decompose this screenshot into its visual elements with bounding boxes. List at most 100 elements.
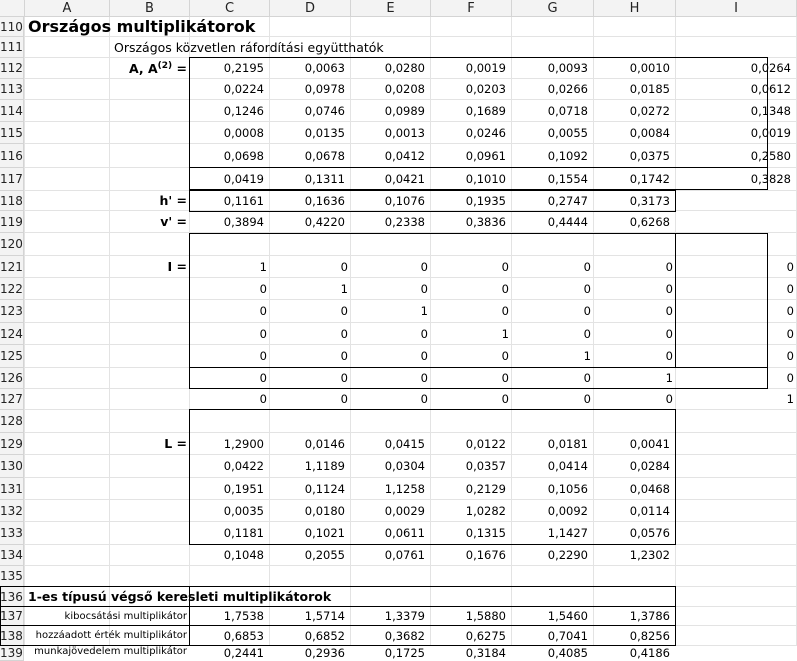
- identity-matrix-cell[interactable]: 0: [676, 300, 797, 323]
- matrix-A-cell[interactable]: 0,0978: [270, 79, 351, 100]
- sheet-title[interactable]: Országos multiplikátorok: [25, 17, 270, 37]
- row-header-127[interactable]: 127: [0, 389, 24, 410]
- row-header-124[interactable]: 124: [0, 323, 24, 345]
- row-header-113[interactable]: 113: [0, 79, 24, 100]
- column-header-C[interactable]: C: [190, 0, 270, 17]
- identity-matrix-cell[interactable]: 0: [351, 368, 431, 389]
- row-header-137[interactable]: 137: [0, 607, 24, 626]
- leontief-matrix-cell[interactable]: 0,1021: [270, 522, 351, 545]
- multiplier-value[interactable]: 0,8256: [594, 626, 676, 646]
- row-header-120[interactable]: 120: [0, 233, 24, 256]
- matrix-A-cell[interactable]: 0,0266: [512, 79, 594, 100]
- matrix-A-cell[interactable]: 0,0019: [676, 122, 797, 144]
- multiplier-value[interactable]: 1,3786: [594, 607, 676, 626]
- row-header-119[interactable]: 119: [0, 211, 24, 233]
- leontief-matrix-cell[interactable]: 0,0180: [270, 500, 351, 522]
- v-vector-cell[interactable]: 0,4444: [512, 211, 594, 233]
- column-header-D[interactable]: D: [270, 0, 351, 17]
- identity-matrix-cell[interactable]: 1: [351, 300, 431, 323]
- multiplier-value[interactable]: 0,3682: [351, 626, 431, 646]
- identity-matrix-cell[interactable]: 0: [190, 278, 270, 300]
- leontief-matrix-cell[interactable]: 0,0611: [351, 522, 431, 545]
- multiplier-value[interactable]: 0,2441: [190, 646, 270, 660]
- identity-matrix-cell[interactable]: 0: [676, 345, 797, 368]
- identity-matrix-cell[interactable]: 0: [431, 389, 512, 410]
- identity-matrix-cell[interactable]: 0: [431, 278, 512, 300]
- leontief-matrix-cell[interactable]: 0,0181: [512, 433, 594, 455]
- matrix-A-cell[interactable]: 0,0264: [676, 58, 797, 79]
- identity-matrix-cell[interactable]: 0: [270, 345, 351, 368]
- label-I-matrix[interactable]: I =: [110, 256, 190, 278]
- row-header-125[interactable]: 125: [0, 345, 24, 368]
- identity-matrix-cell[interactable]: 0: [676, 256, 797, 278]
- h-vector-cell[interactable]: 0,1076: [351, 191, 431, 211]
- matrix-A-cell[interactable]: 0,0989: [351, 100, 431, 122]
- identity-matrix-cell[interactable]: 0: [594, 389, 676, 410]
- h-vector-cell[interactable]: 0,1935: [431, 191, 512, 211]
- identity-matrix-cell[interactable]: 0: [270, 323, 351, 345]
- column-header-H[interactable]: H: [594, 0, 676, 17]
- row-header-139[interactable]: 139: [0, 646, 24, 661]
- matrix-A-cell[interactable]: 0,0421: [351, 168, 431, 191]
- matrix-A-cell[interactable]: 0,0063: [270, 58, 351, 79]
- leontief-matrix-cell[interactable]: 0,1676: [431, 545, 512, 566]
- identity-matrix-cell[interactable]: 0: [594, 256, 676, 278]
- matrix-A-cell[interactable]: 0,1554: [512, 168, 594, 191]
- matrix-A-cell[interactable]: 0,0013: [351, 122, 431, 144]
- matrix-A-cell[interactable]: 0,2580: [676, 144, 797, 168]
- identity-matrix-cell[interactable]: 1: [676, 389, 797, 410]
- row-header-126[interactable]: 126: [0, 368, 24, 389]
- matrix-A-cell[interactable]: 0,1742: [594, 168, 676, 191]
- matrix-A-cell[interactable]: 0,1092: [512, 144, 594, 168]
- leontief-matrix-cell[interactable]: 1,1427: [512, 522, 594, 545]
- row-header-138[interactable]: 138: [0, 626, 24, 646]
- matrix-A-cell[interactable]: 0,0746: [270, 100, 351, 122]
- matrix-A-cell[interactable]: 0,0203: [431, 79, 512, 100]
- row-header-135[interactable]: 135: [0, 566, 24, 587]
- identity-matrix-cell[interactable]: 0: [351, 256, 431, 278]
- leontief-matrix-cell[interactable]: 0,1124: [270, 478, 351, 500]
- v-vector-cell[interactable]: 0,4220: [270, 211, 351, 233]
- matrix-A-cell[interactable]: 0,0612: [676, 79, 797, 100]
- matrix-A-cell[interactable]: 0,0208: [351, 79, 431, 100]
- multiplier-value[interactable]: 1,7538: [190, 607, 270, 626]
- matrix-A-cell[interactable]: 0,1348: [676, 100, 797, 122]
- matrix-A-cell[interactable]: 0,0412: [351, 144, 431, 168]
- multiplier-value[interactable]: 0,7041: [512, 626, 594, 646]
- leontief-matrix-cell[interactable]: 0,0468: [594, 478, 676, 500]
- matrix-A-cell[interactable]: 0,0135: [270, 122, 351, 144]
- v-vector-cell[interactable]: 0,2338: [351, 211, 431, 233]
- identity-matrix-cell[interactable]: 0: [431, 368, 512, 389]
- identity-matrix-cell[interactable]: 0: [190, 345, 270, 368]
- multiplier-value[interactable]: 0,4186: [594, 646, 676, 660]
- leontief-matrix-cell[interactable]: 0,0304: [351, 455, 431, 478]
- h-vector-cell[interactable]: 0,1161: [190, 191, 270, 211]
- identity-matrix-cell[interactable]: 0: [676, 323, 797, 345]
- label-L-matrix[interactable]: L =: [110, 433, 190, 455]
- multiplier-label[interactable]: munkajövedelem multiplikátor: [25, 646, 190, 657]
- identity-matrix-cell[interactable]: 0: [431, 300, 512, 323]
- multiplier-value[interactable]: 0,6275: [431, 626, 512, 646]
- column-header-F[interactable]: F: [431, 0, 512, 17]
- multiplier-label[interactable]: kibocsátási multiplikátor: [25, 607, 190, 626]
- leontief-matrix-cell[interactable]: 0,2290: [512, 545, 594, 566]
- identity-matrix-cell[interactable]: 0: [190, 389, 270, 410]
- leontief-matrix-cell[interactable]: 0,2055: [270, 545, 351, 566]
- leontief-matrix-cell[interactable]: 0,2129: [431, 478, 512, 500]
- v-vector-cell[interactable]: 0,3894: [190, 211, 270, 233]
- matrix-A-cell[interactable]: 0,0224: [190, 79, 270, 100]
- matrix-A-cell[interactable]: 0,0008: [190, 122, 270, 144]
- row-header-118[interactable]: 118: [0, 191, 24, 211]
- leontief-matrix-cell[interactable]: 0,1181: [190, 522, 270, 545]
- row-header-111[interactable]: 111: [0, 37, 24, 58]
- matrix-A-cell[interactable]: 0,0185: [594, 79, 676, 100]
- matrix-A-cell[interactable]: 0,0718: [512, 100, 594, 122]
- multiplier-value[interactable]: 0,6852: [270, 626, 351, 646]
- column-header-A[interactable]: A: [25, 0, 110, 17]
- label-A-matrix[interactable]: A, A(2) =: [110, 58, 190, 79]
- identity-matrix-cell[interactable]: 1: [594, 368, 676, 389]
- h-vector-cell[interactable]: 0,2747: [512, 191, 594, 211]
- identity-matrix-cell[interactable]: 0: [594, 278, 676, 300]
- column-header-G[interactable]: G: [512, 0, 594, 17]
- matrix-A-cell[interactable]: 0,1689: [431, 100, 512, 122]
